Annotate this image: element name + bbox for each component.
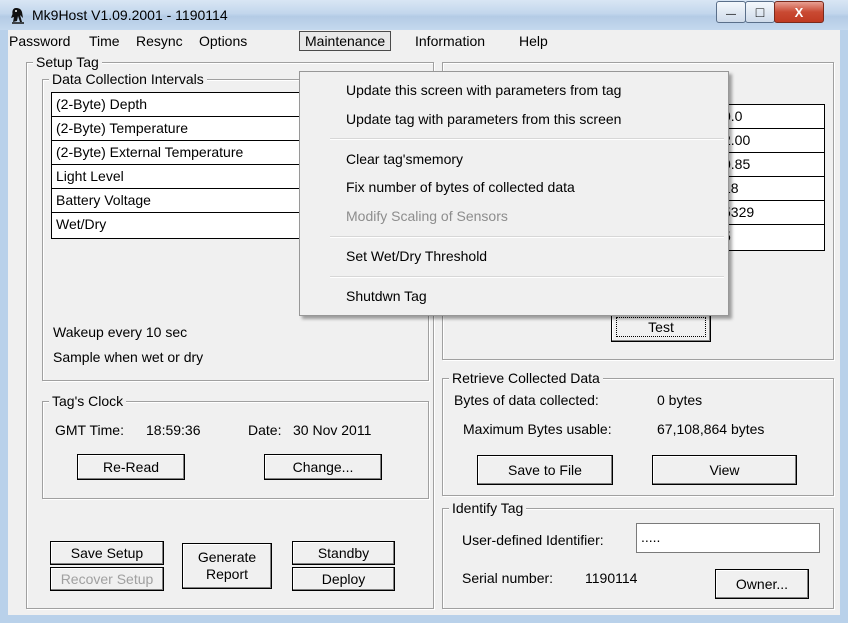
menu-item-clear-memory[interactable]: Clear tag'smemory	[346, 149, 463, 169]
menu-separator	[330, 138, 724, 140]
sensor-value: 5329	[719, 201, 824, 225]
gmt-time-label: GMT Time:	[55, 422, 124, 438]
menu-maintenance[interactable]: Maintenance	[299, 31, 392, 51]
window-title: Mk9Host V1.09.2001 - 1190114	[32, 7, 228, 23]
menu-resync[interactable]: Resync	[131, 32, 188, 50]
menu-time[interactable]: Time	[84, 32, 125, 50]
maximize-button[interactable]: □	[745, 1, 775, 23]
identify-tag-label: Identify Tag	[449, 500, 527, 516]
sensor-value: 0.0	[719, 105, 824, 129]
user-id-input[interactable]: .....	[636, 523, 820, 553]
menu-item-fix-bytes[interactable]: Fix number of bytes of collected data	[346, 177, 575, 197]
sample-text: Sample when wet or dry	[53, 349, 204, 365]
save-to-file-button[interactable]: Save to File	[477, 455, 613, 485]
menu-item-shutdown-tag[interactable]: Shutdwn Tag	[346, 286, 427, 306]
serial-number-value: 1190114	[585, 570, 638, 586]
bytes-collected-label: Bytes of data collected:	[454, 392, 599, 408]
test-button[interactable]: Test	[611, 312, 711, 342]
user-id-label: User-defined Identifier:	[462, 532, 604, 548]
change-clock-button[interactable]: Change...	[264, 454, 382, 480]
minimize-icon: —	[726, 9, 736, 20]
serial-number-label: Serial number:	[462, 570, 554, 586]
sensor-value: 5	[719, 225, 824, 249]
bytes-collected-value: 0 bytes	[657, 392, 703, 408]
menu-item-modify-scaling[interactable]: Modify Scaling of Sensors	[346, 206, 508, 226]
close-button[interactable]: X	[774, 1, 824, 23]
menu-options[interactable]: Options	[194, 32, 252, 50]
maintenance-dropdown-menu: Update this screen with parameters from …	[299, 71, 729, 316]
max-bytes-value: 67,108,864 bytes	[657, 421, 765, 437]
title-bar[interactable]: Mk9Host V1.09.2001 - 1190114 — □ X	[0, 0, 848, 30]
date-label: Date:	[248, 422, 282, 438]
sensor-value: 2.00	[719, 129, 824, 153]
window-border	[0, 615, 848, 623]
identify-tag-group: Identify Tag User-defined Identifier: ..…	[442, 500, 834, 609]
menu-help[interactable]: Help	[514, 32, 553, 50]
penguin-icon	[11, 8, 24, 24]
menu-separator	[330, 276, 724, 278]
minimize-button[interactable]: —	[716, 1, 746, 23]
standby-button[interactable]: Standby	[292, 541, 395, 565]
date-value: 30 Nov 2011	[293, 422, 372, 438]
menu-item-update-screen[interactable]: Update this screen with parameters from …	[346, 80, 621, 100]
app-window: Mk9Host V1.09.2001 - 1190114 — □ X Passw…	[0, 0, 848, 623]
menu-password[interactable]: Password	[4, 32, 75, 50]
menu-separator	[330, 236, 724, 238]
setup-tag-label: Setup Tag	[33, 54, 102, 70]
deploy-button[interactable]: Deploy	[292, 567, 395, 591]
wakeup-text: Wakeup every 10 sec	[53, 324, 188, 340]
generate-report-button[interactable]: Generate Report	[182, 543, 272, 589]
close-icon: X	[794, 4, 804, 20]
retrieve-data-group: Retrieve Collected Data Bytes of data co…	[442, 370, 834, 496]
view-button[interactable]: View	[652, 455, 797, 485]
reread-button[interactable]: Re-Read	[77, 454, 185, 480]
sensor-value: 18	[719, 177, 824, 201]
menu-item-update-tag[interactable]: Update tag with parameters from this scr…	[346, 109, 621, 129]
menu-information[interactable]: Information	[410, 32, 490, 50]
tags-clock-label: Tag's Clock	[49, 393, 127, 409]
menu-bar: Password Time Resync Options Maintenance…	[8, 30, 840, 53]
sensor-value: 0.85	[719, 153, 824, 177]
recover-setup-button[interactable]: Recover Setup	[50, 567, 164, 591]
save-setup-button[interactable]: Save Setup	[50, 541, 164, 565]
intervals-label: Data Collection Intervals	[49, 71, 207, 87]
owner-button[interactable]: Owner...	[715, 569, 809, 599]
retrieve-data-label: Retrieve Collected Data	[449, 370, 603, 386]
tags-clock-group: Tag's Clock GMT Time: 18:59:36 Date: 30 …	[42, 393, 429, 499]
gmt-time-value: 18:59:36	[146, 422, 201, 438]
menu-item-wet-dry-threshold[interactable]: Set Wet/Dry Threshold	[346, 246, 487, 266]
maximize-icon: □	[755, 4, 765, 20]
max-bytes-label: Maximum Bytes usable:	[463, 421, 612, 437]
sensor-values-list: 0.0 2.00 0.85 18 5329 5	[718, 104, 825, 251]
